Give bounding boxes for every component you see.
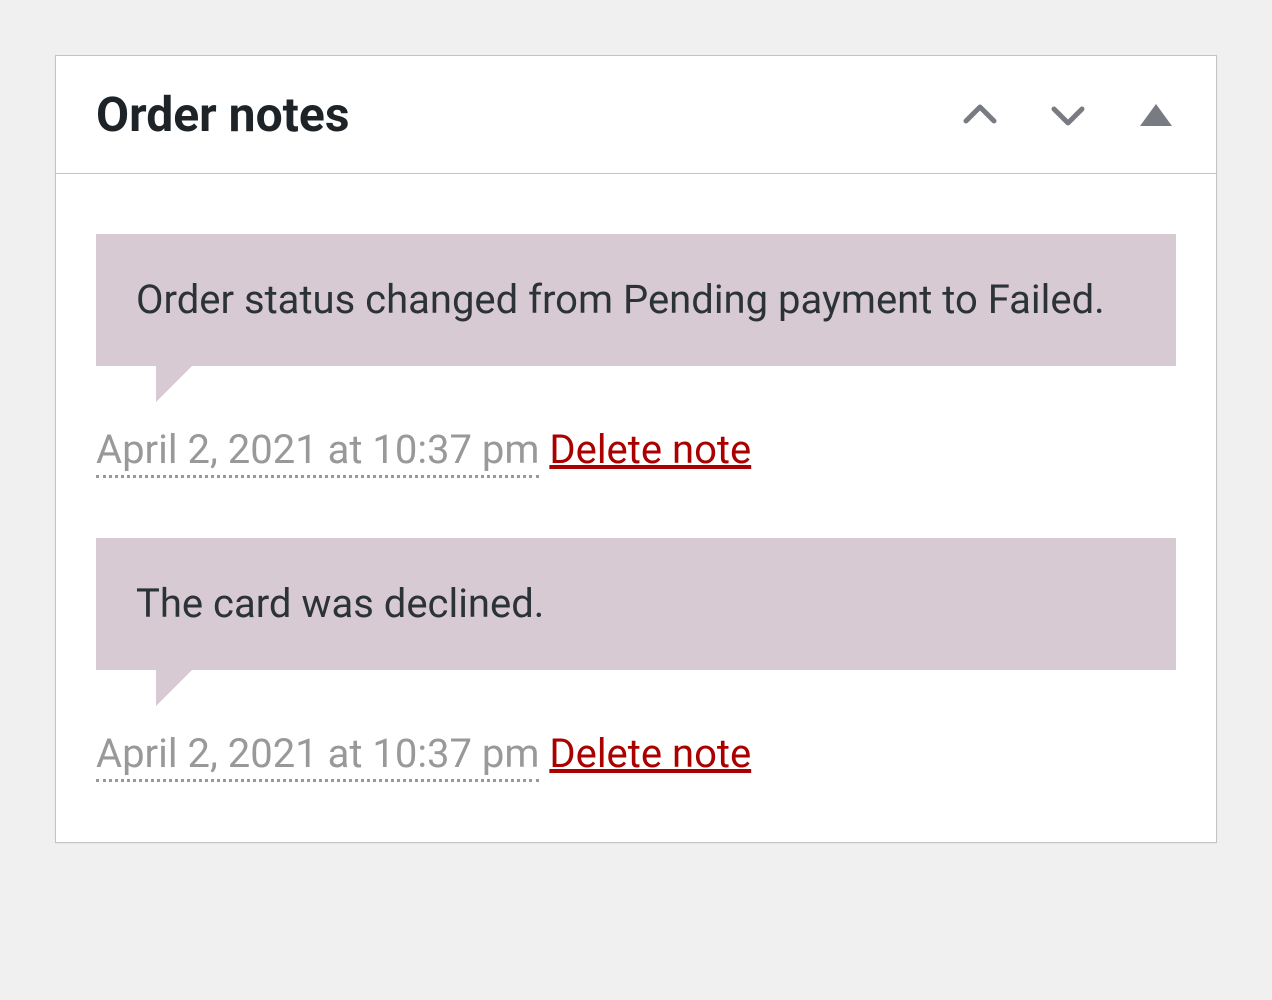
- note-item: The card was declined. April 2, 2021 at …: [96, 538, 1176, 782]
- delete-note-link[interactable]: Delete note: [549, 426, 751, 473]
- order-notes-panel: Order notes Order status changed from Pe…: [55, 55, 1217, 843]
- note-meta: April 2, 2021 at 10:37 pm Delete note: [96, 726, 1176, 782]
- note-content: Order status changed from Pending paymen…: [96, 234, 1176, 366]
- toggle-panel-icon[interactable]: [1136, 95, 1176, 135]
- move-up-icon[interactable]: [960, 95, 1000, 135]
- panel-header: Order notes: [56, 56, 1216, 174]
- panel-body: Order status changed from Pending paymen…: [56, 174, 1216, 782]
- move-down-icon[interactable]: [1048, 95, 1088, 135]
- note-item: Order status changed from Pending paymen…: [96, 234, 1176, 478]
- delete-note-link[interactable]: Delete note: [549, 730, 751, 777]
- note-date: April 2, 2021 at 10:37 pm: [96, 730, 539, 782]
- note-date: April 2, 2021 at 10:37 pm: [96, 426, 539, 478]
- note-content: The card was declined.: [96, 538, 1176, 670]
- panel-title: Order notes: [96, 86, 350, 143]
- panel-controls: [960, 95, 1176, 135]
- note-meta: April 2, 2021 at 10:37 pm Delete note: [96, 422, 1176, 478]
